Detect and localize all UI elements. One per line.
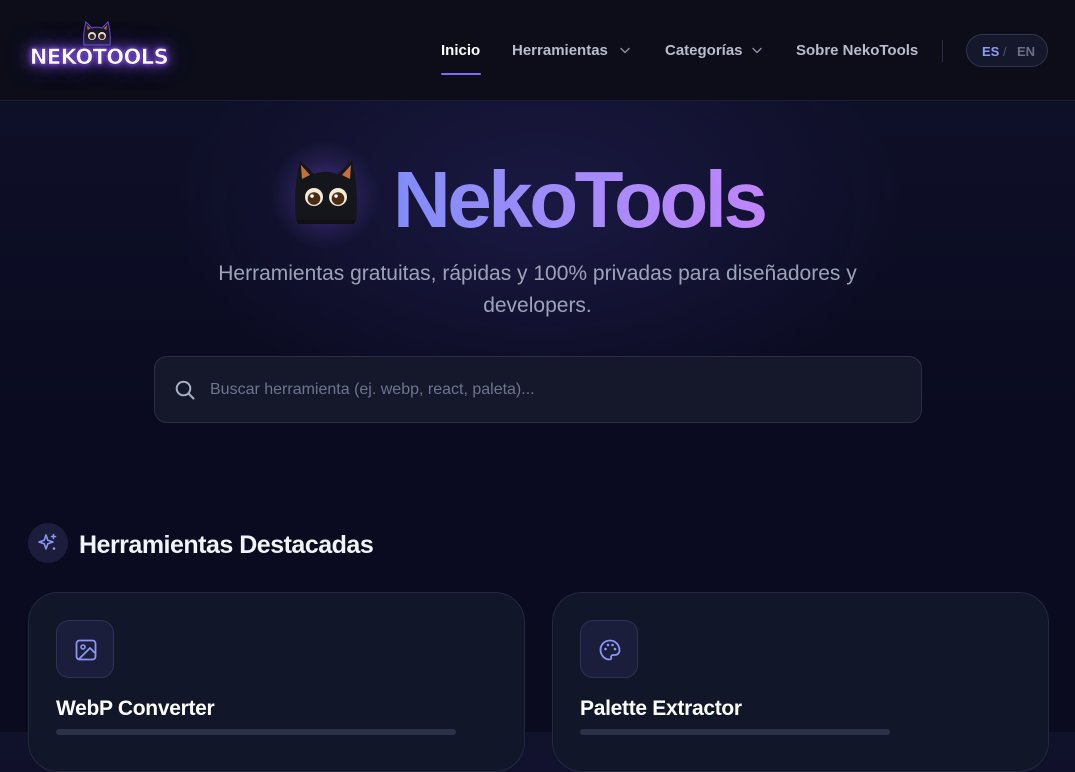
tool-card-palette-extractor[interactable]: Palette Extractor [552, 592, 1049, 772]
section-badge [28, 523, 68, 563]
lang-option-es[interactable]: ES [982, 44, 999, 59]
card-description [56, 729, 456, 735]
lang-option-en[interactable]: EN [1017, 44, 1035, 59]
chevron-down-icon[interactable] [620, 47, 630, 54]
nekotools-logo[interactable]: NEKOTOOLS [28, 20, 170, 76]
card-icon-box [580, 620, 638, 678]
logo-text: NEKOTOOLS [29, 45, 169, 70]
hero-subtitle: Herramientas gratuitas, rápidas y 100% p… [218, 262, 857, 317]
nav-item-sobre-nekotools[interactable]: Sobre NekoTools [796, 42, 918, 59]
card-icon-box [56, 620, 114, 678]
nav-divider [942, 40, 943, 62]
search-input[interactable] [210, 377, 900, 403]
card-description [580, 729, 890, 735]
nav-item-herramientas[interactable]: Herramientas [512, 42, 608, 59]
palette-icon [599, 639, 621, 661]
tool-card-webp-converter[interactable]: WebP Converter [28, 592, 525, 772]
top-navigation-bar: NEKOTOOLS Inicio Herramientas Categorías… [0, 0, 1075, 101]
language-switcher[interactable]: ES / EN [966, 34, 1048, 67]
nav-item-categorias[interactable]: Categorías [665, 42, 743, 59]
cat-mascot-icon [295, 160, 357, 224]
active-nav-indicator [441, 73, 481, 75]
search-icon [175, 380, 195, 400]
cat-logo-icon [83, 21, 111, 46]
nav-item-inicio[interactable]: Inicio [441, 42, 480, 59]
image-icon [75, 639, 97, 661]
card-title: WebP Converter [56, 697, 215, 720]
chevron-down-icon[interactable] [752, 47, 762, 54]
section-title: Herramientas Destacadas [79, 531, 374, 559]
search-box[interactable] [154, 356, 922, 423]
card-title: Palette Extractor [580, 697, 742, 720]
lang-separator: / [1003, 44, 1007, 59]
hero-title: NekoTools [393, 150, 768, 250]
sparkles-icon [38, 533, 57, 550]
